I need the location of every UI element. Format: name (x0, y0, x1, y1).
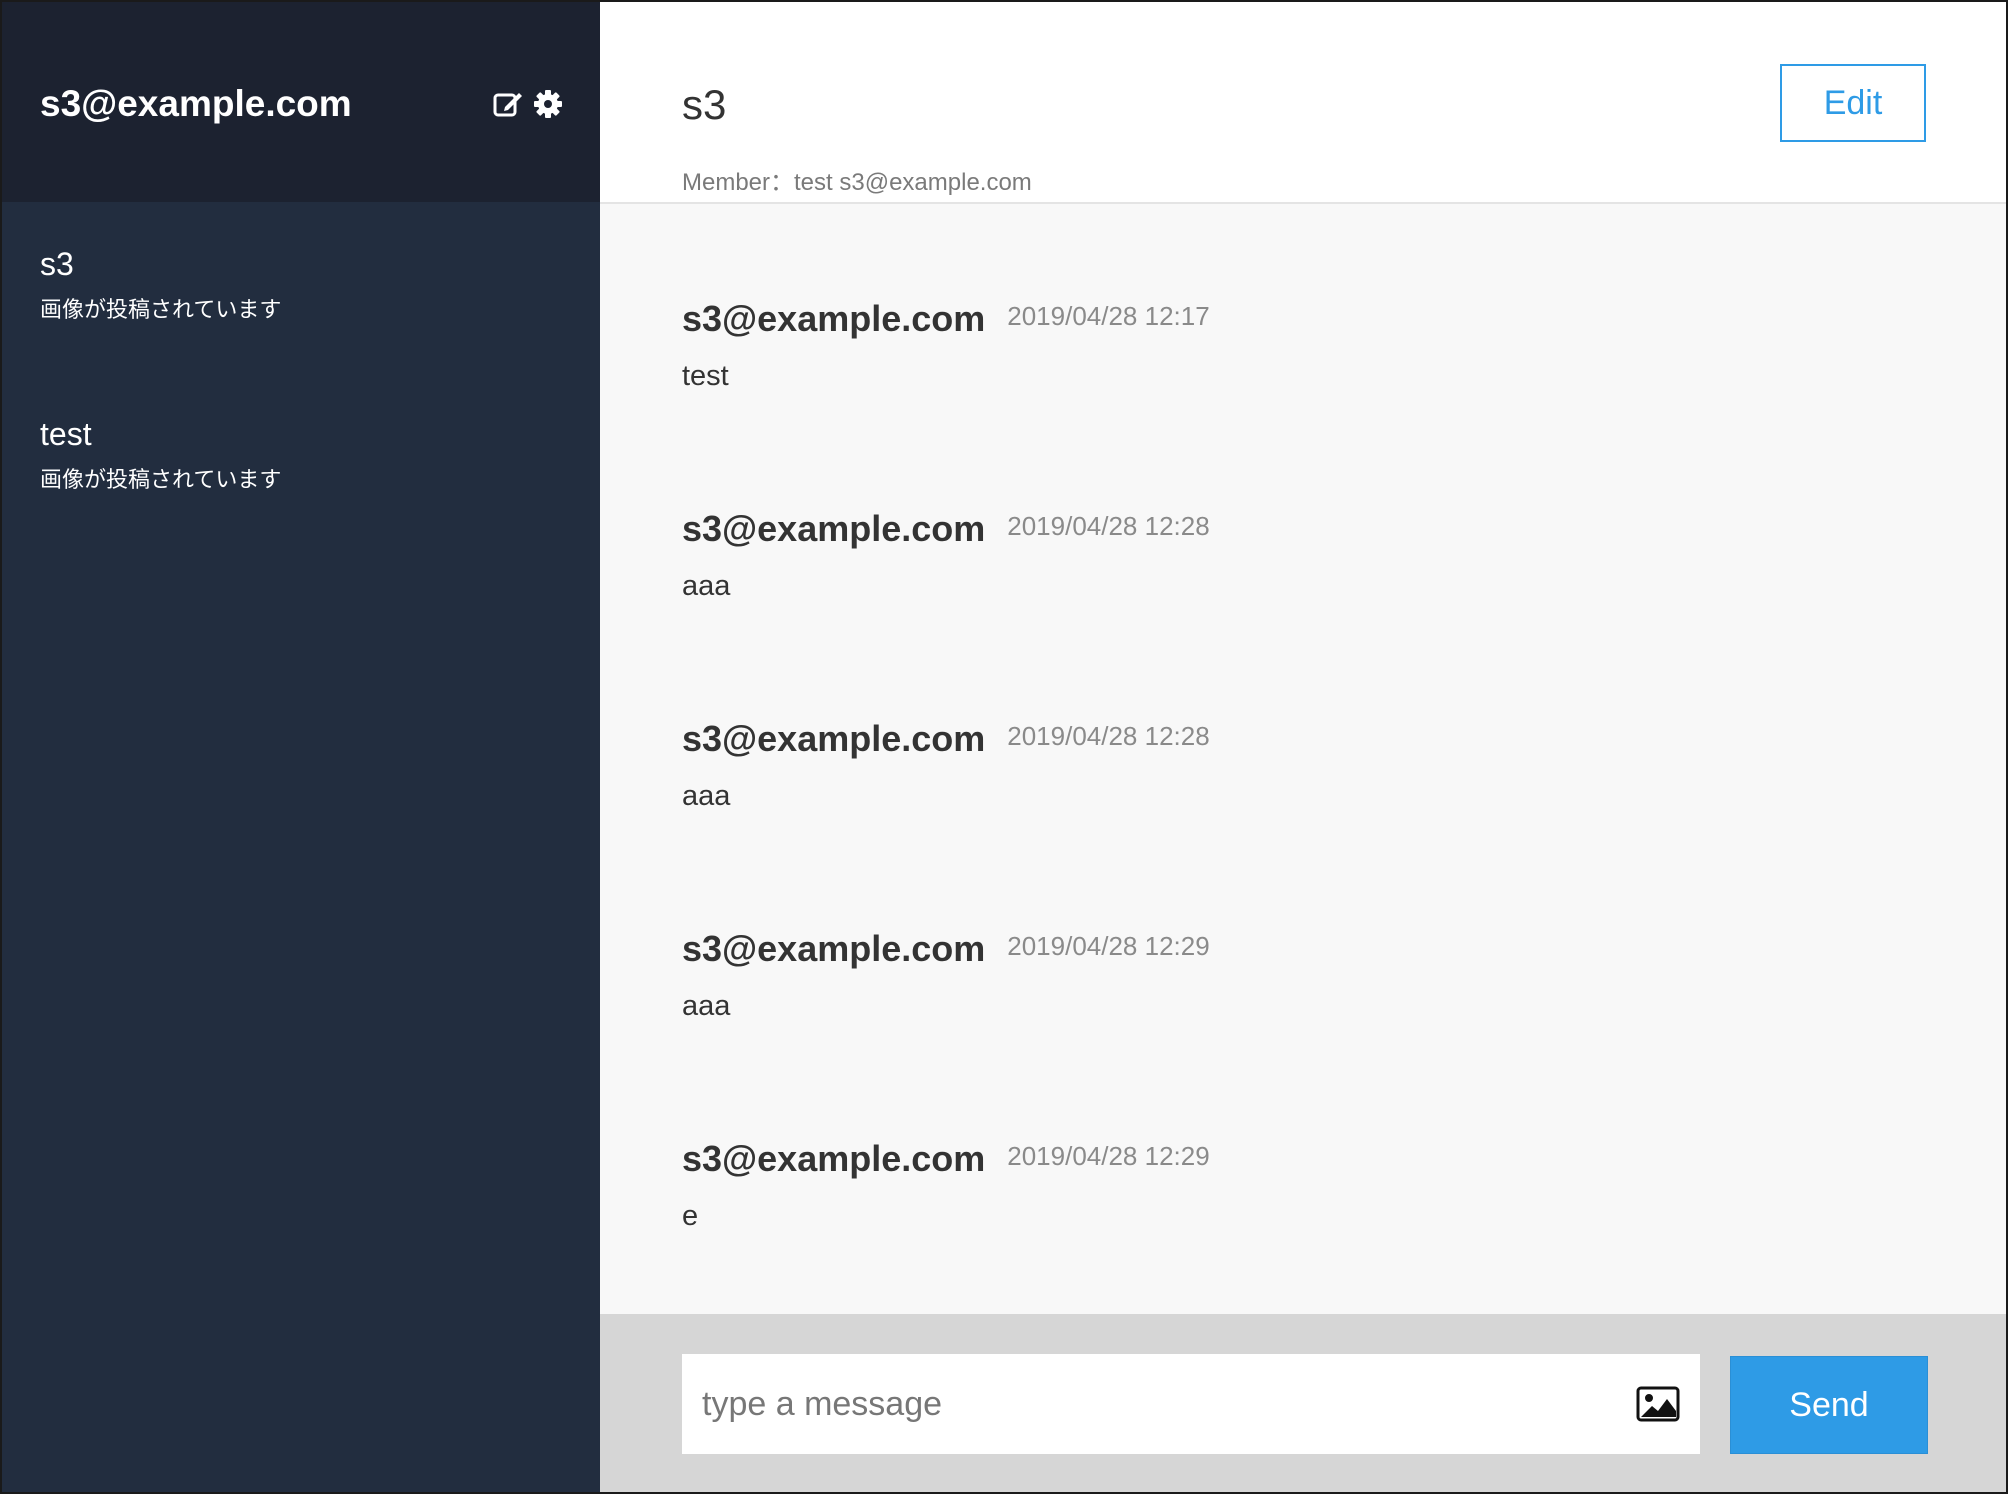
room-item-test[interactable]: test 画像が投稿されています (2, 412, 600, 582)
channel-header: s3 Member：test s3@example.com Edit (600, 2, 2006, 204)
message-author: s3@example.com (682, 1138, 986, 1179)
message-body: test (682, 360, 729, 392)
message-header: s3@example.com 2019/04/28 12:28 (682, 506, 1210, 552)
message-timestamp: 2019/04/28 12:29 (1007, 1141, 1210, 1171)
message-item: s3@example.com 2019/04/28 12:28 aaa (682, 506, 1210, 604)
message-body: e (682, 1200, 699, 1232)
header-icons (492, 88, 564, 120)
room-name: test (40, 416, 92, 452)
edit-button[interactable]: Edit (1780, 64, 1926, 142)
message-timestamp: 2019/04/28 12:29 (1007, 931, 1210, 961)
message-author: s3@example.com (682, 508, 986, 549)
message-timestamp: 2019/04/28 12:28 (1007, 511, 1210, 541)
message-timestamp: 2019/04/28 12:17 (1007, 301, 1210, 331)
message-input[interactable] (682, 1354, 1622, 1454)
chat-app: s3@example.com s3 画像が投稿されています test 画像が投稿… (0, 0, 2008, 1494)
message-author: s3@example.com (682, 298, 986, 339)
message-item: s3@example.com 2019/04/28 12:17 test (682, 296, 1210, 394)
sidebar-header: s3@example.com (2, 2, 600, 202)
message-item: s3@example.com 2019/04/28 12:29 e (682, 1136, 1210, 1234)
gear-icon[interactable] (532, 88, 564, 120)
member-list: Member：test s3@example.com (682, 169, 1032, 196)
message-body: aaa (682, 990, 731, 1022)
room-item-s3[interactable]: s3 画像が投稿されています (2, 242, 600, 412)
message-header: s3@example.com 2019/04/28 12:29 (682, 926, 1210, 972)
message-item: s3@example.com 2019/04/28 12:29 aaa (682, 926, 1210, 1024)
room-name: s3 (40, 246, 74, 282)
image-icon[interactable] (1636, 1386, 1680, 1422)
message-header: s3@example.com 2019/04/28 12:17 (682, 296, 1210, 342)
user-email: s3@example.com (40, 83, 352, 124)
room-last-message: 画像が投稿されています (40, 468, 282, 493)
message-list[interactable]: s3@example.com 2019/04/28 12:17 test s3@… (600, 204, 2006, 1314)
message-item: s3@example.com 2019/04/28 12:28 aaa (682, 716, 1210, 814)
sidebar: s3@example.com s3 画像が投稿されています test 画像が投稿… (2, 2, 600, 1492)
send-button[interactable]: Send (1730, 1356, 1928, 1454)
message-header: s3@example.com 2019/04/28 12:29 (682, 1136, 1210, 1182)
message-input-wrapper (682, 1354, 1700, 1454)
room-last-message: 画像が投稿されています (40, 298, 282, 323)
message-body: aaa (682, 570, 731, 602)
channel-title: s3 (682, 81, 727, 128)
message-timestamp: 2019/04/28 12:28 (1007, 721, 1210, 751)
message-author: s3@example.com (682, 718, 986, 759)
room-list: s3 画像が投稿されています test 画像が投稿されています (2, 242, 600, 582)
message-composer: Send (600, 1314, 2006, 1492)
message-author: s3@example.com (682, 928, 986, 969)
edit-icon[interactable] (492, 88, 524, 120)
message-body: aaa (682, 780, 731, 812)
main-panel: s3 Member：test s3@example.com Edit s3@ex… (600, 2, 2006, 1492)
message-header: s3@example.com 2019/04/28 12:28 (682, 716, 1210, 762)
